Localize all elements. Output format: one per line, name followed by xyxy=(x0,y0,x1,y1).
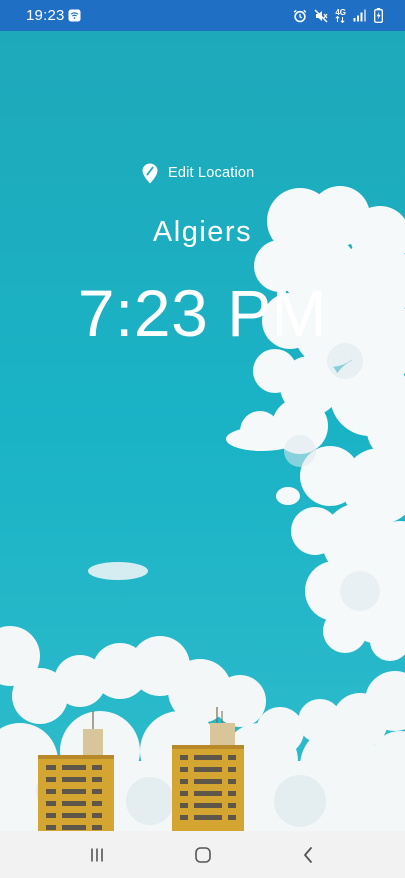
notification-app-icon xyxy=(68,9,81,22)
navigation-bar xyxy=(0,831,405,878)
signal-icon xyxy=(353,9,366,22)
location-pin-icon xyxy=(142,163,158,183)
mute-icon xyxy=(314,8,328,23)
home-icon xyxy=(195,847,211,863)
back-icon xyxy=(304,847,312,863)
city-name: Algiers xyxy=(152,216,253,248)
data-arrows-icon xyxy=(335,15,345,23)
home-button[interactable] xyxy=(183,839,223,871)
edit-location-button[interactable]: Edit Location xyxy=(136,159,260,187)
battery-charging-icon xyxy=(374,8,383,23)
alarm-icon xyxy=(294,9,307,22)
main-content: Edit Location Algiers 7:23 PM xyxy=(0,31,405,831)
status-time: 19:23 xyxy=(26,7,65,24)
recent-apps-icon xyxy=(91,848,103,862)
time-display: 7:23 PM xyxy=(77,276,328,350)
back-button[interactable] xyxy=(288,839,328,871)
edit-location-label: Edit Location xyxy=(168,165,255,181)
network-type: 4G xyxy=(335,7,346,23)
status-bar: 19:23 4G xyxy=(0,0,405,31)
status-icons: 4G xyxy=(293,7,383,24)
network-type-label: 4G xyxy=(335,7,346,17)
recent-apps-button[interactable] xyxy=(77,839,117,871)
phone-screen: 19:23 4G Edit Location Algiers 7:23 PM xyxy=(0,0,405,878)
